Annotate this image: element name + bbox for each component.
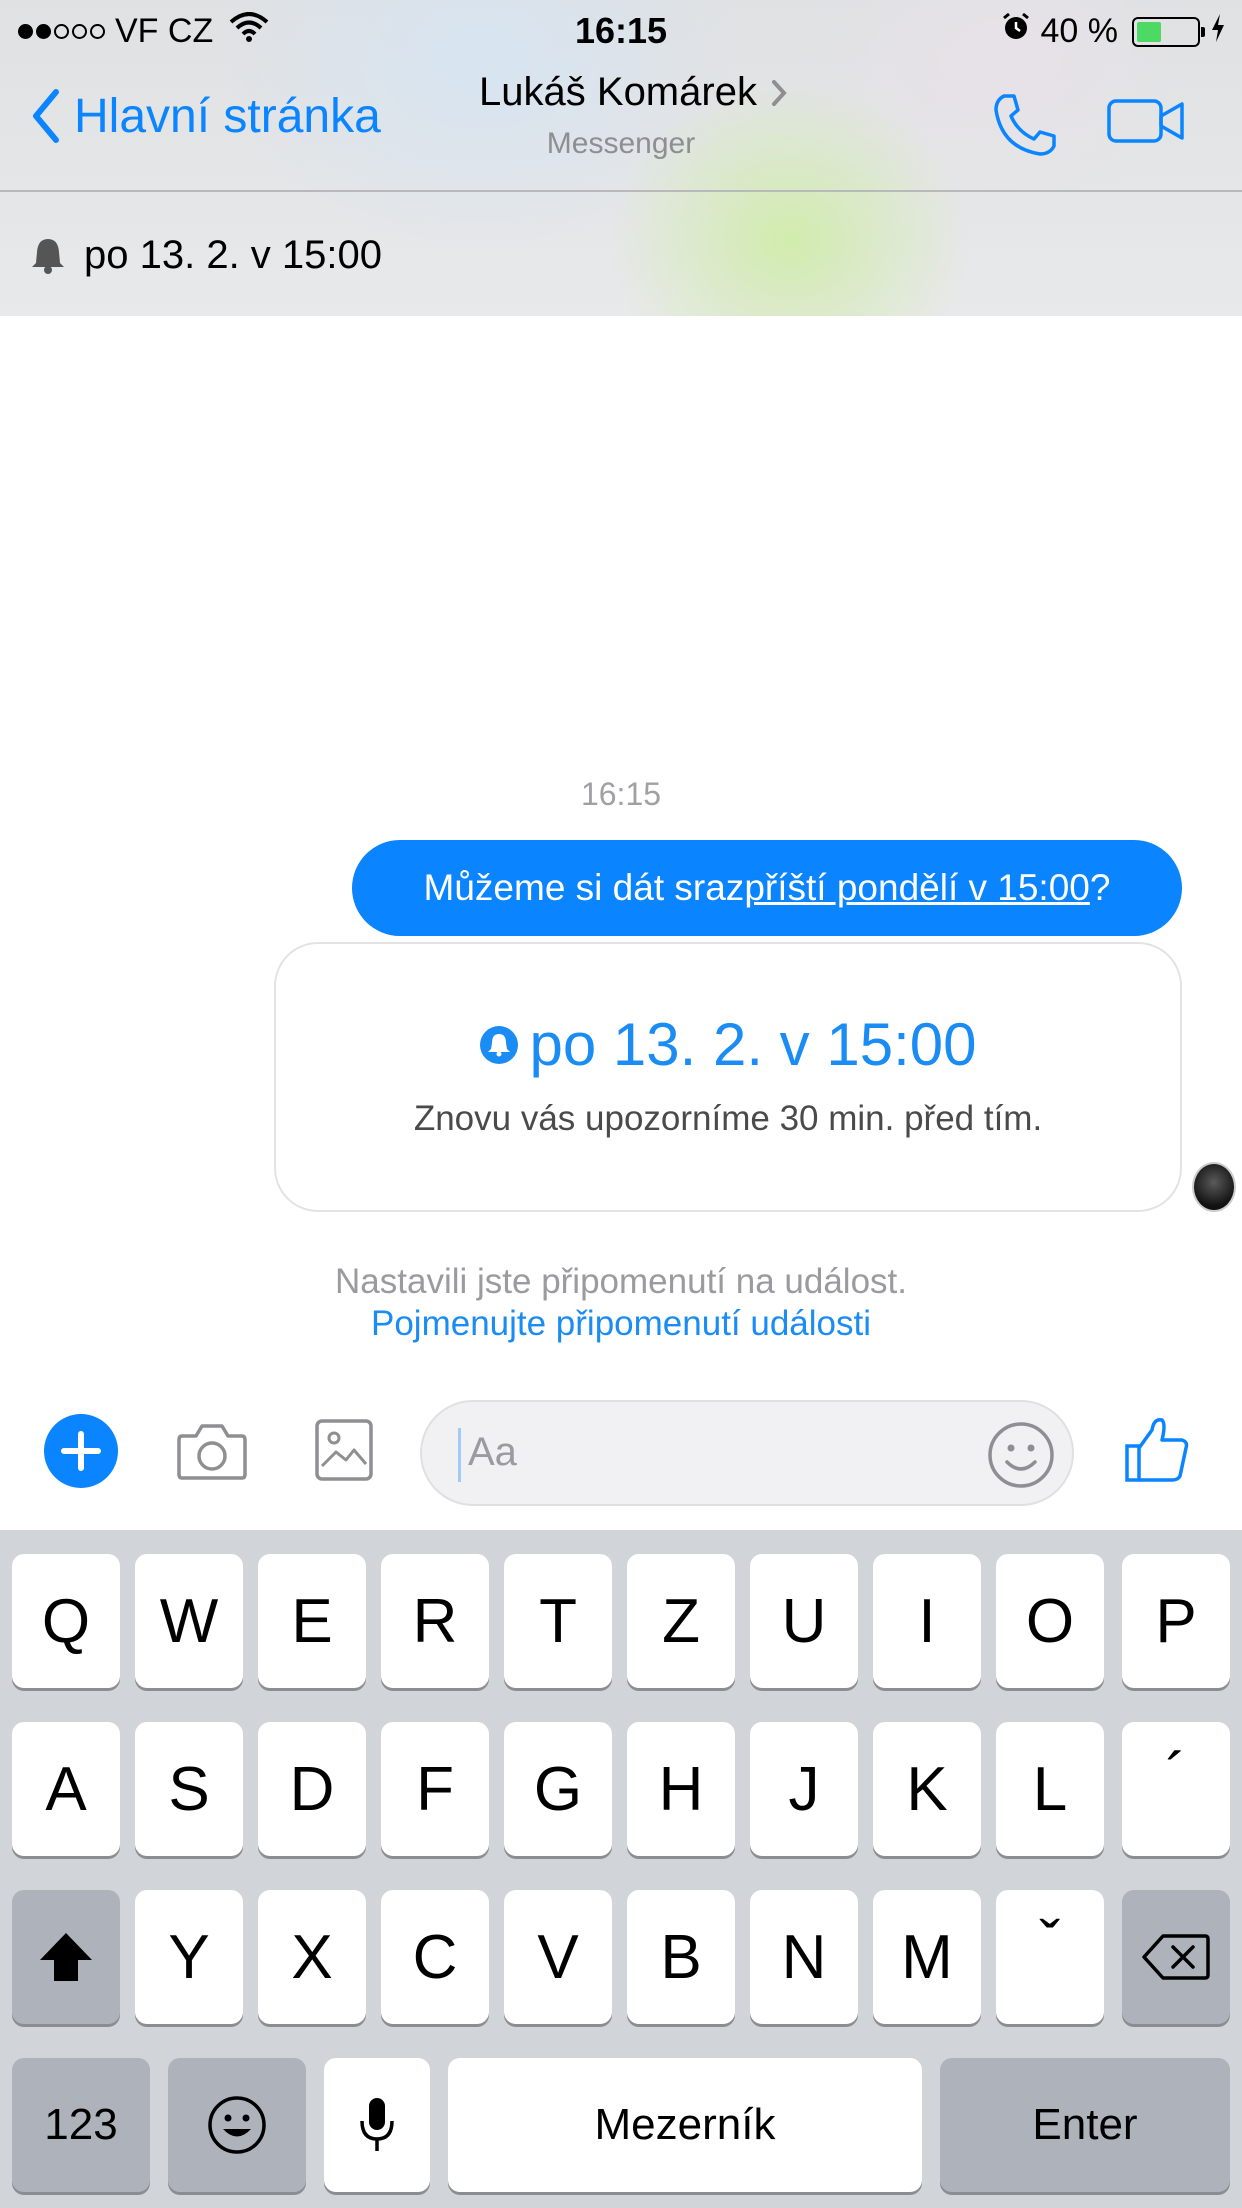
message-composer: Aa [0,1380,1242,1530]
top-header: VF CZ 16:15 40 % Hlavní stránka Lukáš Ko… [0,0,1242,316]
battery-level [1137,21,1161,42]
status-right: 40 % [1001,12,1227,51]
microphone-icon [360,2098,394,2151]
battery-percent: 40 % [1040,12,1119,50]
key-f[interactable]: F [381,1722,489,1856]
contact-name: Lukáš Komárek [479,70,757,114]
more-actions-button[interactable] [44,1414,118,1488]
video-call-button[interactable] [1106,96,1186,151]
key-e[interactable]: E [258,1554,366,1688]
video-camera-icon [1107,99,1184,143]
event-card-title: po 13. 2. v 15:00 [529,1011,977,1078]
navigation-bar: Hlavní stránka Lukáš Komárek Messenger [0,60,1242,192]
phone-icon [994,94,1056,156]
shift-key[interactable] [12,1890,120,2024]
numbers-key[interactable]: 123 [12,2058,150,2192]
message-timestamp: 16:15 [580,776,662,812]
shift-arrow-icon [40,1933,92,1981]
emoji-button[interactable] [986,1420,1056,1495]
key-u[interactable]: U [750,1554,858,1688]
key-i[interactable]: I [873,1554,981,1688]
smiley-icon [988,1422,1054,1488]
name-reminder-link[interactable]: Pojmenujte připomenutí události [0,1304,1242,1344]
battery-icon [1132,16,1205,47]
gallery-button[interactable] [314,1418,374,1487]
key-l[interactable]: L [996,1722,1104,1856]
key-a[interactable]: A [12,1722,120,1856]
alarm-icon [1001,12,1031,51]
key-j[interactable]: J [750,1722,858,1856]
phone-call-button[interactable] [990,90,1060,165]
key-b[interactable]: B [627,1890,735,2024]
emoji-smile-icon [208,2096,266,2154]
on-screen-keyboard: Q W E R T Z U I O P A S D F G H J K L ´ … [0,1530,1242,2208]
backspace-key[interactable] [1122,1890,1230,2024]
charging-icon [1210,12,1226,51]
reminder-event-card[interactable]: po 13. 2. v 15:00 Znovu vás upozorníme 3… [274,942,1182,1212]
chevron-right-icon [771,79,787,106]
key-w[interactable]: W [135,1554,243,1688]
reminder-text: po 13. 2. v 15:00 [84,232,383,277]
camera-button[interactable] [176,1420,248,1487]
emoji-keyboard-key[interactable] [168,2058,306,2192]
message-text-prefix: Můžeme si dát sraz [423,867,745,908]
key-h[interactable]: H [627,1722,735,1856]
reminder-banner[interactable]: po 13. 2. v 15:00 [0,194,1242,316]
seen-avatar [1192,1162,1236,1212]
key-p[interactable]: P [1122,1554,1230,1688]
reminder-bell-icon [480,1025,519,1064]
key-r[interactable]: R [381,1554,489,1688]
message-input[interactable]: Aa [420,1400,1074,1506]
key-acute-accent[interactable]: ´ [1122,1722,1230,1856]
key-k[interactable]: K [873,1722,981,1856]
key-y[interactable]: Y [135,1890,243,2024]
reminder-notice: Nastavili jste připomenutí na událost. [335,1262,907,1301]
key-t[interactable]: T [504,1554,612,1688]
key-x[interactable]: X [258,1890,366,2024]
thumbs-up-icon [1125,1417,1189,1482]
key-z[interactable]: Z [627,1554,735,1688]
key-d[interactable]: D [258,1722,366,1856]
dictation-key[interactable] [324,2058,430,2192]
camera-icon [177,1424,247,1480]
key-g[interactable]: G [504,1722,612,1856]
plus-icon [61,1431,101,1471]
text-caret [458,1428,461,1482]
key-m[interactable]: M [873,1890,981,2024]
enter-key[interactable]: Enter [940,2058,1230,2192]
message-text-suffix: ? [1089,867,1111,908]
message-date-link[interactable]: příští pondělí v 15:00 [744,867,1090,909]
key-n[interactable]: N [750,1890,858,2024]
key-v[interactable]: V [504,1890,612,2024]
key-o[interactable]: O [996,1554,1104,1688]
bell-icon [32,239,64,274]
key-q[interactable]: Q [12,1554,120,1688]
event-card-description: Znovu vás upozorníme 30 min. před tím. [413,1099,1043,1138]
key-s[interactable]: S [135,1722,243,1856]
key-caron[interactable]: ˇ [996,1890,1104,2024]
key-c[interactable]: C [381,1890,489,2024]
image-icon [315,1419,373,1481]
message-input-placeholder: Aa [468,1430,517,1474]
backspace-icon [1142,1934,1210,1980]
status-bar: VF CZ 16:15 40 % [0,0,1242,60]
sent-message-bubble[interactable]: Můžeme si dát sraz příští pondělí v 15:0… [352,840,1182,936]
like-button[interactable] [1124,1416,1190,1489]
space-key[interactable]: Mezerník [448,2058,922,2192]
